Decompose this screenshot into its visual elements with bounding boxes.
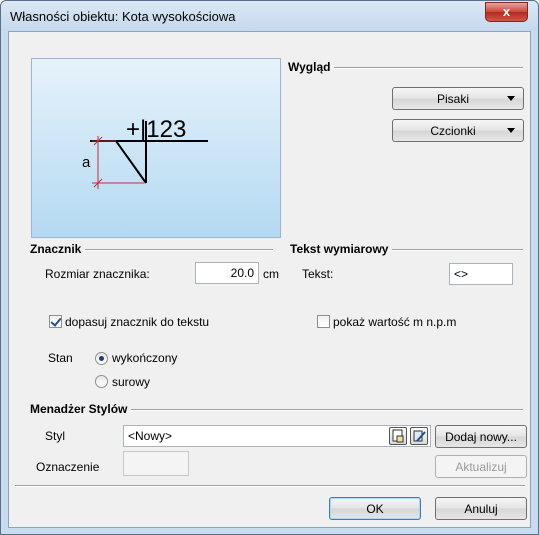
cancel-button[interactable]: Anuluj	[435, 497, 527, 520]
style-label: Styl	[45, 429, 66, 443]
fonts-label: Czcionki	[430, 123, 476, 138]
state-label: Stan	[48, 351, 73, 365]
footer-separator	[15, 485, 525, 487]
marker-diagonal	[115, 140, 147, 184]
mark-label: Oznaczenie	[36, 460, 100, 474]
wyglad-title: Wygląd	[288, 60, 335, 74]
marker-size-input[interactable]: 20.0	[195, 262, 259, 284]
fonts-dropdown-button[interactable]: Czcionki	[392, 119, 524, 142]
mark-input[interactable]	[123, 451, 189, 476]
chevron-down-icon	[507, 128, 515, 133]
show-elevation-checkbox[interactable]	[317, 315, 330, 328]
show-elevation-label[interactable]: pokaż wartość m n.p.m	[333, 315, 456, 329]
pens-label: Pisaki	[436, 91, 469, 106]
close-button[interactable]: x	[485, 2, 528, 22]
state-option-finished[interactable]: wykończony	[112, 351, 177, 365]
marker-size-unit: cm	[263, 267, 279, 281]
text-value: <>	[454, 267, 469, 281]
dialog-window: Własności obiektu: Kota wysokościowa x +…	[0, 0, 539, 535]
window-title: Własności obiektu: Kota wysokościowa	[10, 9, 236, 24]
title-bar[interactable]: Własności obiektu: Kota wysokościowa x	[1, 1, 538, 31]
save-style-icon[interactable]	[389, 427, 407, 445]
edit-style-icon[interactable]	[410, 427, 428, 445]
text-input[interactable]: <>	[449, 263, 513, 285]
dialog-body: +|123 a Wygląd Pisaki Czcionki Znacznik …	[8, 31, 531, 528]
ok-button[interactable]: OK	[329, 497, 421, 520]
preview-marker-label: a	[82, 154, 91, 171]
fit-marker-checkbox[interactable]	[49, 315, 62, 328]
text-label: Tekst:	[302, 267, 334, 281]
update-style-button[interactable]: Aktualizuj	[435, 455, 527, 478]
fit-marker-label[interactable]: dopasuj znacznik do tekstu	[65, 315, 209, 329]
state-option-raw[interactable]: surowy	[112, 375, 150, 389]
state-radio-raw[interactable]	[95, 375, 108, 388]
marker-size-label: Rozmiar znacznika:	[45, 267, 150, 281]
chevron-down-icon	[507, 96, 515, 101]
styles-title: Menadżer Stylów	[30, 402, 132, 416]
pens-dropdown-button[interactable]: Pisaki	[392, 87, 524, 110]
preview-panel: +|123 a	[31, 58, 281, 238]
preview-drawing: +|123 a	[82, 116, 208, 189]
add-new-style-button[interactable]: Dodaj nowy...	[435, 425, 527, 448]
state-radio-finished[interactable]	[95, 352, 108, 365]
znacznik-title: Znacznik	[30, 242, 86, 256]
tekst-title: Tekst wymiarowy	[290, 242, 393, 256]
marker-size-value: 20.0	[230, 266, 254, 280]
style-field[interactable]: <Nowy>	[123, 425, 431, 447]
preview-value-text: +|123	[126, 116, 186, 143]
style-value: <Nowy>	[128, 429, 173, 443]
